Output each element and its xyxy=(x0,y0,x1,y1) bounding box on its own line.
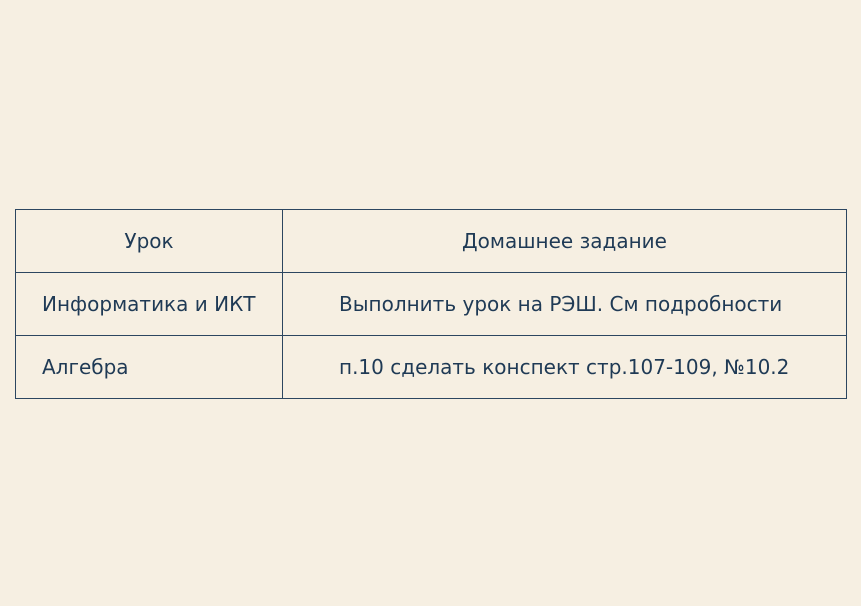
homework-cell: п.10 сделать конспект стр.107-109, №10.2 xyxy=(282,335,847,399)
table-row: Алгебра п.10 сделать конспект стр.107-10… xyxy=(15,335,847,399)
header-lesson: Урок xyxy=(15,209,283,273)
header-row: Урок Домашнее задание xyxy=(15,209,847,273)
lesson-cell: Информатика и ИКТ xyxy=(15,272,283,336)
table-row: Информатика и ИКТ Выполнить урок на РЭШ.… xyxy=(15,272,847,336)
table-body: Информатика и ИКТ Выполнить урок на РЭШ.… xyxy=(15,272,847,399)
table-header: Урок Домашнее задание xyxy=(15,209,847,273)
homework-table: Урок Домашнее задание Информатика и ИКТ … xyxy=(15,209,847,399)
lesson-cell: Алгебра xyxy=(15,335,283,399)
header-homework: Домашнее задание xyxy=(282,209,847,273)
homework-cell: Выполнить урок на РЭШ. См подробности xyxy=(282,272,847,336)
